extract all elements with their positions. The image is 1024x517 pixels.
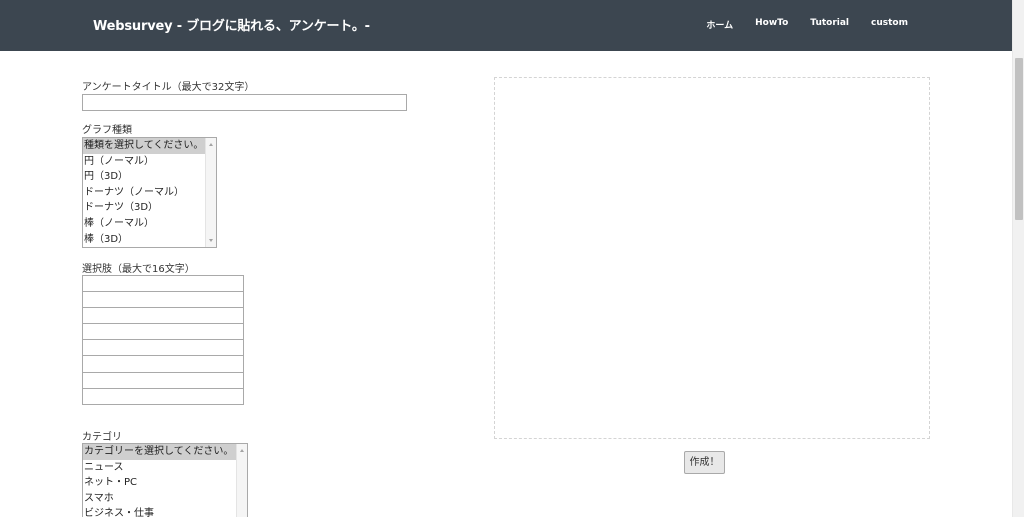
- category-listbox[interactable]: カテゴリーを選択してください。 ニュース ネット・PC スマホ ビジネス・仕事: [82, 443, 248, 517]
- category-option-news[interactable]: ニュース: [83, 460, 247, 476]
- nav-howto[interactable]: HowTo: [755, 18, 788, 31]
- choice-input-6[interactable]: [82, 355, 244, 373]
- choice-input-2[interactable]: [82, 291, 244, 309]
- graph-option-pie-3d[interactable]: 円（3D）: [83, 169, 216, 185]
- nav-links: ホーム HowTo Tutorial custom: [706, 18, 908, 31]
- scroll-up-icon[interactable]: [209, 143, 213, 146]
- nav-tutorial[interactable]: Tutorial: [810, 18, 849, 31]
- scroll-up-icon[interactable]: [240, 449, 244, 452]
- category-option-net-pc[interactable]: ネット・PC: [83, 475, 247, 491]
- choice-input-3[interactable]: [82, 307, 244, 325]
- choice-input-4[interactable]: [82, 323, 244, 341]
- title-input[interactable]: [82, 94, 407, 111]
- graph-type-listbox[interactable]: 種類を選択してください。 円（ノーマル） 円（3D） ドーナツ（ノーマル） ドー…: [82, 137, 217, 248]
- choice-input-1[interactable]: [82, 275, 244, 293]
- top-navbar: Websurvey - ブログに貼れる、アンケート。- ホーム HowTo Tu…: [0, 0, 1012, 51]
- nav-custom[interactable]: custom: [871, 18, 908, 31]
- choices-label: 選択肢（最大で16文字）: [82, 264, 195, 275]
- create-button[interactable]: 作成！: [684, 451, 725, 474]
- graph-option-pie-normal[interactable]: 円（ノーマル）: [83, 154, 216, 170]
- nav-home[interactable]: ホーム: [706, 18, 733, 31]
- category-list-scrollbar[interactable]: [236, 444, 247, 517]
- chart-preview-area: [494, 77, 930, 439]
- graph-list-scrollbar[interactable]: [205, 138, 216, 247]
- site-brand[interactable]: Websurvey - ブログに貼れる、アンケート。-: [93, 15, 370, 34]
- page-scrollbar[interactable]: [1012, 0, 1024, 517]
- title-label: アンケートタイトル（最大で32文字）: [82, 82, 255, 93]
- choices-fields: [82, 275, 244, 405]
- category-option-business[interactable]: ビジネス・仕事: [83, 506, 247, 517]
- graph-option-placeholder[interactable]: 種類を選択してください。: [83, 138, 216, 154]
- category-option-placeholder[interactable]: カテゴリーを選択してください。: [83, 444, 247, 460]
- scroll-down-icon[interactable]: [209, 239, 213, 242]
- category-option-smartphone[interactable]: スマホ: [83, 491, 247, 507]
- choice-input-5[interactable]: [82, 339, 244, 357]
- graph-option-bar-3d[interactable]: 棒（3D）: [83, 232, 216, 247]
- category-label: カテゴリ: [82, 432, 122, 443]
- graph-type-label: グラフ種類: [82, 125, 132, 136]
- page-scrollbar-thumb[interactable]: [1015, 58, 1023, 220]
- graph-option-donut-3d[interactable]: ドーナツ（3D）: [83, 200, 216, 216]
- graph-option-donut-normal[interactable]: ドーナツ（ノーマル）: [83, 185, 216, 201]
- choice-input-8[interactable]: [82, 387, 244, 405]
- graph-option-bar-normal[interactable]: 棒（ノーマル）: [83, 216, 216, 232]
- choice-input-7[interactable]: [82, 371, 244, 389]
